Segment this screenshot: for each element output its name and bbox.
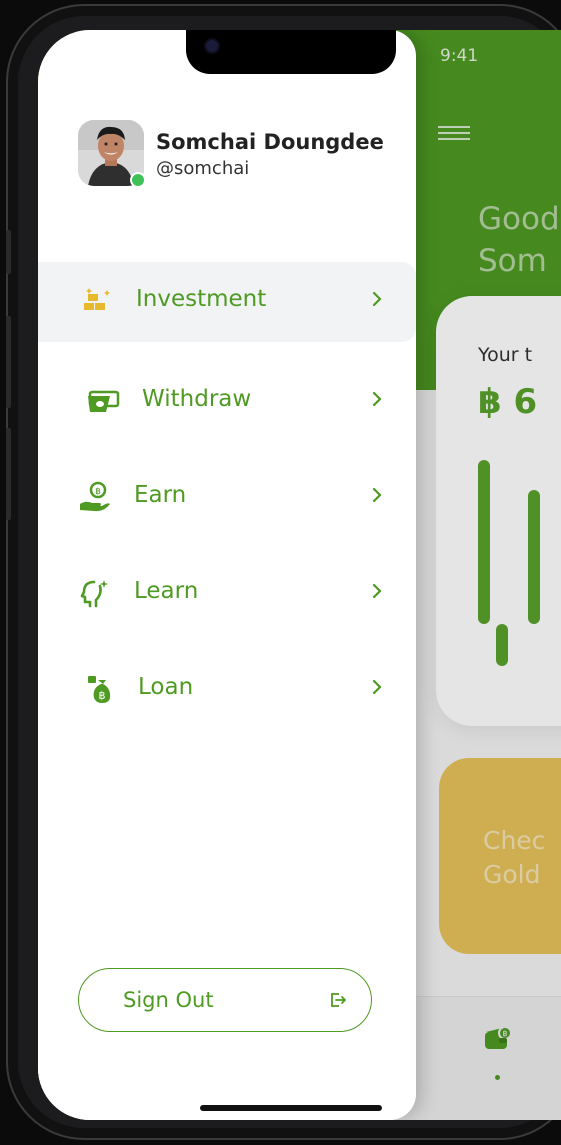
svg-text:฿: ฿ bbox=[99, 689, 106, 702]
home-indicator[interactable] bbox=[200, 1105, 382, 1111]
menu-item-withdraw[interactable]: Withdraw bbox=[38, 362, 416, 442]
coin-hand-icon: ฿ bbox=[80, 481, 110, 512]
menu-label-learn: Learn bbox=[134, 578, 199, 604]
chevron-right-icon bbox=[372, 487, 382, 503]
menu-item-loan[interactable]: ฿ Loan bbox=[38, 650, 416, 730]
profile-handle: @somchai bbox=[156, 158, 250, 179]
gold-bars-icon bbox=[84, 288, 110, 310]
head-idea-icon bbox=[80, 580, 108, 608]
menu-label-earn: Earn bbox=[134, 482, 187, 508]
side-drawer: Somchai Doungdee @somchai Investment Wit… bbox=[38, 30, 416, 1120]
screen: 9:41 Good Som Your t ฿ 6 Chec Gold ฿ Som… bbox=[38, 30, 561, 1120]
menu-item-investment[interactable]: Investment bbox=[38, 262, 416, 342]
menu-item-earn[interactable]: ฿ Earn bbox=[38, 458, 416, 538]
chevron-right-icon bbox=[372, 679, 382, 695]
cash-icon bbox=[88, 390, 120, 412]
chevron-right-icon bbox=[372, 291, 382, 307]
notch bbox=[186, 30, 396, 74]
menu-item-learn[interactable]: Learn bbox=[38, 554, 416, 634]
sign-out-label: Sign Out bbox=[123, 988, 214, 1012]
money-bag-icon: ฿ bbox=[88, 676, 111, 703]
menu-label-investment: Investment bbox=[136, 286, 267, 312]
volume-up-button bbox=[6, 316, 11, 408]
online-status-dot bbox=[132, 174, 144, 186]
sign-out-button[interactable]: Sign Out bbox=[78, 968, 372, 1032]
mute-switch bbox=[6, 230, 11, 274]
chevron-right-icon bbox=[372, 583, 382, 599]
front-camera bbox=[206, 40, 218, 52]
logout-icon bbox=[331, 993, 347, 1007]
profile-name: Somchai Doungdee bbox=[156, 130, 384, 154]
svg-text:฿: ฿ bbox=[95, 487, 101, 497]
volume-down-button bbox=[6, 428, 11, 520]
menu-label-withdraw: Withdraw bbox=[142, 386, 252, 412]
chevron-right-icon bbox=[372, 391, 382, 407]
menu-label-loan: Loan bbox=[138, 674, 194, 700]
